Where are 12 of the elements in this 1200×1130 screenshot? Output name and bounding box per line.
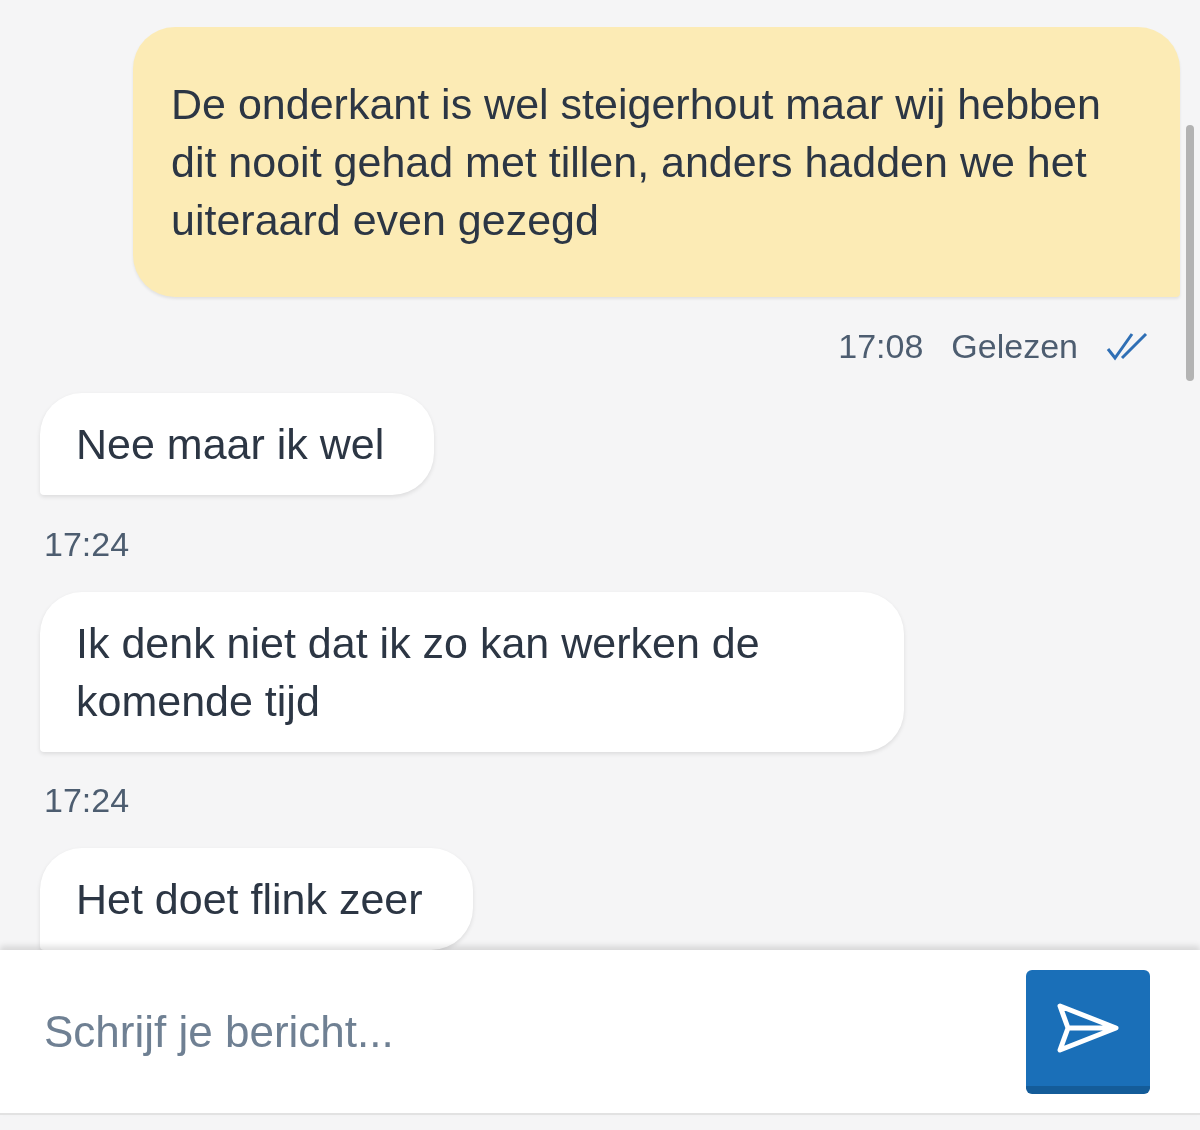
message-bubble: Het doet flink zeer [40, 848, 473, 950]
message-bubble: De onderkant is wel steigerhout maar wij hebben dit nooit gehad met tillen, anders hadden we het uiteraard even gezegd [133, 27, 1180, 297]
send-button[interactable] [1026, 969, 1150, 1094]
message-bubble: Ik denk niet dat ik zo kan werken de komende tijd [40, 591, 904, 752]
message-time: 17:08 [838, 326, 924, 366]
message-bubble: Nee maar ik wel [40, 393, 435, 496]
read-status: Gelezen [951, 326, 1078, 366]
message-time: 17:24 [44, 525, 130, 564]
message-field[interactable]: Schrijf je bericht... [44, 1006, 1026, 1057]
message-time: 17:24 [44, 781, 130, 821]
send-icon [1056, 1001, 1120, 1054]
scrollbar[interactable] [1186, 125, 1194, 381]
